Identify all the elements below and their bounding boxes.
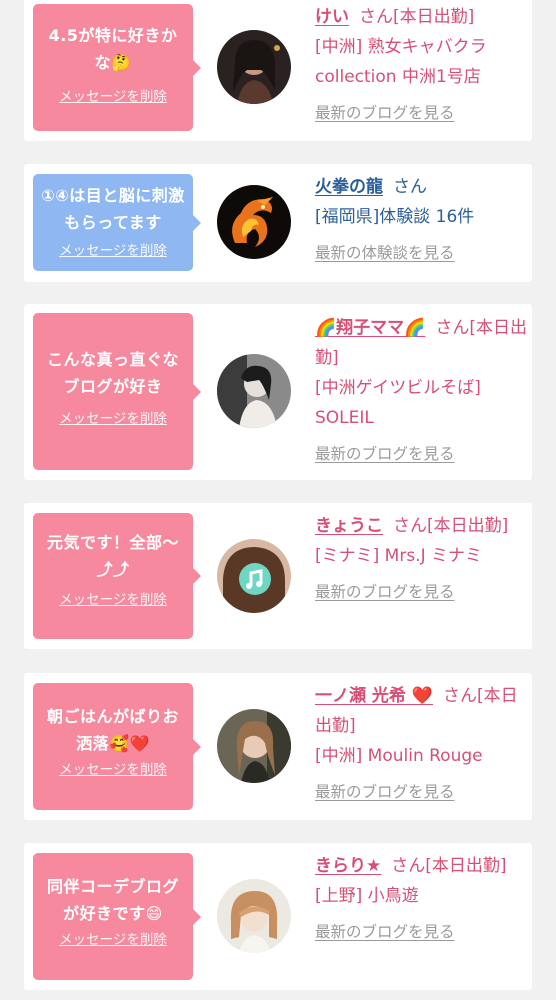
shop-label: [上野] 小鳥遊 (315, 886, 419, 906)
latest-blog-link[interactable]: 最新のブログを見る (315, 777, 529, 807)
message-card: 元気です！全部〜⤴︎⤴︎ メッセージを削除 きょうこ さん[本日出勤] [ミナミ]… (24, 503, 532, 649)
message-text: ①④は目と脳に刺激もらってます (41, 186, 185, 232)
sender-info: 一ノ瀬 光希 ❤️ さん[本日出勤] [中洲] Moulin Rouge 最新のブ… (315, 681, 529, 807)
latest-review-link[interactable]: 最新の体験談を見る (315, 238, 529, 268)
sender-info: けい さん[本日出勤] [中洲] 熟女キャバクラ collection 中洲1号店… (315, 2, 529, 128)
message-bubble: 元気です！全部〜⤴︎⤴︎ メッセージを削除 (33, 513, 201, 639)
avatar-photo (217, 30, 291, 104)
message-text: 同伴コーデブログが好きです😄 (46, 877, 179, 923)
message-bubble: 同伴コーデブログが好きです😄 メッセージを削除 (33, 853, 201, 980)
sender-info: きらり★ さん[本日出勤] [上野] 小鳥遊 最新のブログを見る (315, 851, 529, 947)
avatar[interactable] (217, 354, 291, 428)
shop-label: [中洲] Moulin Rouge (315, 746, 483, 766)
avatar-photo (217, 185, 291, 259)
message-text: 4.5が特に好きかな🤔 (48, 26, 178, 72)
delete-message-link[interactable]: メッセージを削除 (59, 242, 167, 260)
sender-name-link[interactable]: 火拳の龍 (315, 177, 383, 197)
sender-name-link[interactable]: きょうこ (315, 516, 383, 536)
shop-label: [中洲] 熟女キャバクラ collection 中洲1号店 (315, 37, 487, 87)
avatar-photo (217, 354, 291, 428)
message-text: 元気です！全部〜⤴︎⤴︎ (46, 533, 179, 579)
message-bubble: 4.5が特に好きかな🤔 メッセージを削除 (33, 4, 201, 131)
sender-name-link[interactable]: けい (315, 7, 349, 27)
latest-blog-link[interactable]: 最新のブログを見る (315, 917, 529, 947)
sender-status: さん[本日出勤] (391, 856, 507, 876)
avatar[interactable] (217, 709, 291, 783)
sender-name-link[interactable]: 一ノ瀬 光希 ❤️ (315, 686, 433, 706)
message-bubble: 朝ごはんがばりお洒落🥰❤️ メッセージを削除 (33, 683, 201, 810)
avatar[interactable] (217, 185, 291, 259)
message-bubble: こんな真っ直ぐなブログが好き メッセージを削除 (33, 313, 201, 470)
avatar[interactable] (217, 539, 291, 613)
sender-name-link[interactable]: きらり★ (315, 856, 381, 876)
avatar[interactable] (217, 30, 291, 104)
sender-info: 火拳の龍 さん [福岡県]体験談 16件 最新の体験談を見る (315, 172, 529, 268)
delete-message-link[interactable]: メッセージを削除 (59, 88, 167, 106)
message-text: こんな真っ直ぐなブログが好き (46, 350, 179, 396)
sender-info: 🌈翔子ママ🌈 さん[本日出勤] [中洲ゲイツビルそば] SOLEIL 最新のブログ… (315, 313, 529, 469)
delete-message-link[interactable]: メッセージを削除 (59, 410, 167, 428)
avatar-photo (217, 539, 291, 613)
message-card: 朝ごはんがばりお洒落🥰❤️ メッセージを削除 一ノ瀬 光希 ❤️ さん[本日出勤]… (24, 673, 532, 820)
shop-label: [ミナミ] Mrs.J ミナミ (315, 546, 483, 566)
message-text: 朝ごはんがばりお洒落🥰❤️ (46, 707, 179, 753)
latest-blog-link[interactable]: 最新のブログを見る (315, 439, 529, 469)
delete-message-link[interactable]: メッセージを削除 (59, 931, 167, 949)
review-label: [福岡県]体験談 16件 (315, 207, 475, 227)
delete-message-link[interactable]: メッセージを削除 (59, 761, 167, 779)
avatar-photo (217, 879, 291, 953)
sender-status: さん[本日出勤] (359, 7, 475, 27)
delete-message-link[interactable]: メッセージを削除 (59, 591, 167, 609)
sender-name-link[interactable]: 🌈翔子ママ🌈 (315, 318, 425, 338)
message-card: こんな真っ直ぐなブログが好き メッセージを削除 🌈翔子ママ🌈 さん[本日出勤] [… (24, 304, 532, 480)
latest-blog-link[interactable]: 最新のブログを見る (315, 577, 529, 607)
sender-status: さん[本日出勤] (393, 516, 509, 536)
message-card: 同伴コーデブログが好きです😄 メッセージを削除 きらり★ さん[本日出勤] [上野… (24, 843, 532, 990)
latest-blog-link[interactable]: 最新のブログを見る (315, 98, 529, 128)
avatar[interactable] (217, 879, 291, 953)
sender-status: さん (393, 177, 427, 197)
message-card: ①④は目と脳に刺激もらってます メッセージを削除 火拳の龍 さん [福岡県]体験談… (24, 164, 532, 282)
sender-info: きょうこ さん[本日出勤] [ミナミ] Mrs.J ミナミ 最新のブログを見る (315, 511, 529, 607)
message-bubble: ①④は目と脳に刺激もらってます メッセージを削除 (33, 174, 201, 271)
shop-label: [中洲ゲイツビルそば] SOLEIL (315, 378, 481, 428)
avatar-photo (217, 709, 291, 783)
message-card: 4.5が特に好きかな🤔 メッセージを削除 けい さん[本日出勤] [中洲] 熟女キ… (24, 0, 532, 141)
